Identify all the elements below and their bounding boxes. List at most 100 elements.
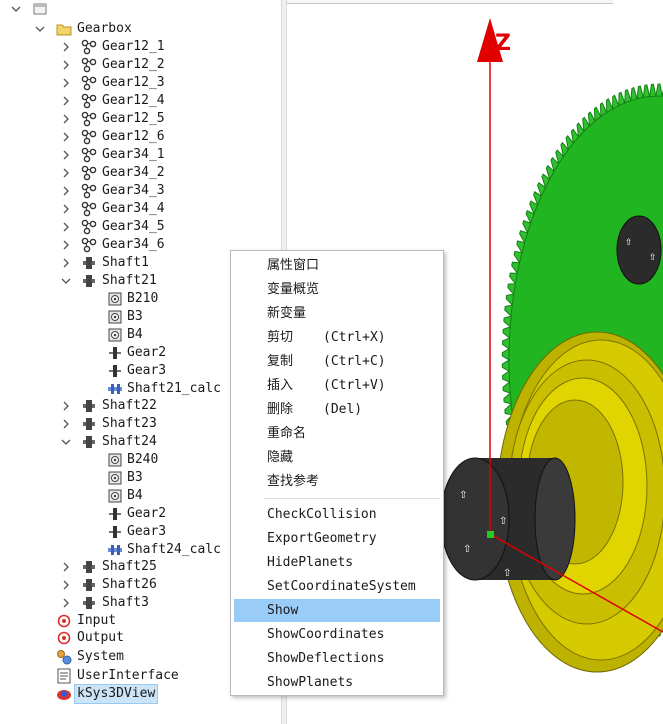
chevron-right-icon[interactable] (60, 92, 72, 110)
bearing-icon (107, 291, 123, 307)
chevron-right-icon[interactable] (60, 254, 72, 272)
chevron-down-icon[interactable] (34, 20, 46, 38)
tree-item-label: kSys3DView (73, 684, 159, 704)
tree-item[interactable]: Gear12_4 (0, 92, 281, 110)
menu-item-label: 属性窗口 (267, 258, 320, 273)
menu-separator (264, 498, 440, 499)
chevron-right-icon[interactable] (60, 74, 72, 92)
chevron-right-icon[interactable] (60, 236, 72, 254)
menu-item-shortcut: (Ctrl+C) (323, 354, 386, 369)
menu-item-3[interactable]: 新变量 (234, 302, 440, 325)
gear-pair-icon (81, 219, 97, 235)
menu-item-label: ShowDeflections (267, 651, 385, 666)
tree-item-label: B4 (127, 488, 143, 503)
bearing-icon (107, 327, 123, 343)
menu-item-2[interactable]: 变量概览 (234, 278, 440, 301)
chevron-right-icon[interactable] (60, 415, 72, 433)
tree-item-label: Gear12_5 (102, 111, 165, 126)
tree-item[interactable]: Gear12_3 (0, 74, 281, 92)
shaft-gear-icon (107, 345, 123, 361)
chevron-down-icon[interactable] (60, 272, 72, 290)
tree-item[interactable]: Gear12_5 (0, 110, 281, 128)
menu-item-1[interactable]: 属性窗口 (234, 254, 440, 277)
context-menu[interactable]: 属性窗口变量概览新变量剪切 (Ctrl+X) 复制 (Ctrl+C) 插入 (Ctrl+V… (230, 250, 444, 696)
tree-item-label: Input (77, 613, 117, 628)
menu-item-18[interactable]: ShowDeflections (234, 647, 440, 670)
menu-item-15[interactable]: SetCoordinateSystem (234, 575, 440, 598)
menu-item-12[interactable]: CheckCollision (234, 503, 440, 526)
tree-item[interactable]: Gear12_6 (0, 128, 281, 146)
chevron-right-icon[interactable] (60, 558, 72, 576)
chevron-right-icon[interactable] (60, 164, 72, 182)
chevron-right-icon[interactable] (60, 110, 72, 128)
tree-item[interactable]: Gear12_1 (0, 38, 281, 56)
menu-item-17[interactable]: ShowCoordinates (234, 623, 440, 646)
chevron-right-icon[interactable] (60, 200, 72, 218)
menu-item-14[interactable]: HidePlanets (234, 551, 440, 574)
tree-item-label: Shaft22 (102, 398, 157, 413)
menu-item-5[interactable]: 复制 (Ctrl+C) (234, 350, 440, 373)
menu-item-label: 删除 (267, 402, 294, 417)
chevron-right-icon[interactable] (60, 576, 72, 594)
chevron-right-icon[interactable] (60, 56, 72, 74)
chevron-right-icon[interactable] (60, 218, 72, 236)
tree-item-label: Gear34_6 (102, 237, 165, 252)
tree-item-label: Gear34_1 (102, 147, 165, 162)
tree-item-label: System (77, 649, 124, 664)
tree-item[interactable]: Gearbox (0, 20, 281, 38)
chevron-right-icon[interactable] (60, 38, 72, 56)
chevron-down-icon[interactable] (10, 0, 22, 18)
tree-item[interactable]: Gear34_2 (0, 164, 281, 182)
chevron-right-icon[interactable] (60, 397, 72, 415)
tree-item-label: Shaft23 (102, 416, 157, 431)
output-icon (56, 630, 72, 646)
chevron-right-icon[interactable] (60, 128, 72, 146)
tree-item-label: B210 (127, 291, 159, 306)
chevron-right-icon[interactable] (60, 182, 72, 200)
menu-item-7[interactable]: 删除 (Del) (234, 398, 440, 421)
tree-item[interactable] (0, 0, 281, 18)
tree-item[interactable]: Gear12_2 (0, 56, 281, 74)
shaft-gear-icon (107, 506, 123, 522)
user-interface-icon (56, 668, 72, 684)
svg-text:⇧: ⇧ (625, 238, 633, 248)
bearing-icon (107, 309, 123, 325)
menu-item-19[interactable]: ShowPlanets (234, 671, 440, 694)
tree-item[interactable]: Gear34_5 (0, 218, 281, 236)
gear-pair-icon (81, 75, 97, 91)
menu-item-label: 变量概览 (267, 282, 320, 297)
menu-item-16[interactable]: Show (234, 599, 440, 622)
tree-item-label: Gear2 (127, 506, 167, 521)
tree-item-label: Gear12_4 (102, 93, 165, 108)
menu-item-4[interactable]: 剪切 (Ctrl+X) (234, 326, 440, 349)
tree-item-label: Gear3 (127, 363, 167, 378)
gear-pair-icon (81, 147, 97, 163)
menu-item-label: Show (267, 603, 299, 618)
chevron-down-icon[interactable] (60, 433, 72, 451)
svg-text:⇧: ⇧ (463, 544, 471, 555)
menu-item-13[interactable]: ExportGeometry (234, 527, 440, 550)
menu-item-6[interactable]: 插入 (Ctrl+V) (234, 374, 440, 397)
menu-item-label: SetCoordinateSystem (267, 579, 416, 594)
chevron-right-icon[interactable] (60, 146, 72, 164)
menu-item-9[interactable]: 隐藏 (234, 446, 440, 469)
menu-item-8[interactable]: 重命名 (234, 422, 440, 445)
menu-item-label: 剪切 (267, 330, 294, 345)
menu-item-label: 新变量 (267, 306, 307, 321)
tree-item[interactable]: Gear34_3 (0, 182, 281, 200)
menu-item-label: CheckCollision (267, 507, 377, 522)
tree-item-label: Shaft21 (102, 273, 157, 288)
tree-item-label: B3 (127, 309, 143, 324)
tree-item-label: Gear2 (127, 345, 167, 360)
input-icon (56, 613, 72, 629)
tree-item-label: B4 (127, 327, 143, 342)
menu-item-shortcut: (Ctrl+X) (323, 330, 386, 345)
tree-item[interactable]: Gear34_1 (0, 146, 281, 164)
tree-item[interactable]: Gear34_4 (0, 200, 281, 218)
shaft-gear-icon (107, 524, 123, 540)
menu-item-10[interactable]: 查找参考 (234, 470, 440, 493)
tree-item-label: Gear12_1 (102, 39, 165, 54)
shaft-icon (81, 398, 97, 414)
chevron-right-icon[interactable] (60, 594, 72, 612)
tree-item-label: Gear3 (127, 524, 167, 539)
